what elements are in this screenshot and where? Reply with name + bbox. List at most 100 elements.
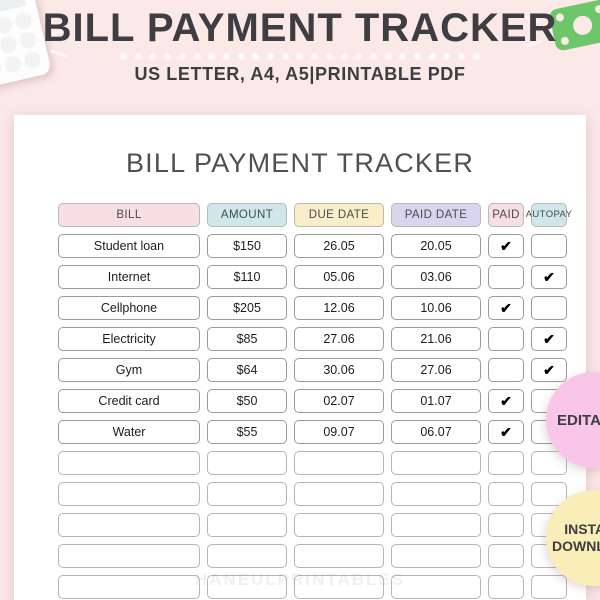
table-row: Credit card $50 02.07 01.07 ✔ xyxy=(58,389,567,413)
cell-bill[interactable] xyxy=(58,451,200,475)
cell-amount[interactable] xyxy=(207,482,287,506)
cell-paid-date[interactable]: 06.07 xyxy=(391,420,481,444)
checkbox-paid[interactable]: ✔ xyxy=(488,234,524,258)
column-header-auto-pay-line1: AUTO xyxy=(525,209,554,220)
cell-paid-date[interactable] xyxy=(391,575,481,599)
cell-amount[interactable]: $110 xyxy=(207,265,287,289)
table-row xyxy=(58,544,567,568)
column-header-amount: AMOUNT xyxy=(207,203,287,227)
check-icon: ✔ xyxy=(500,238,512,254)
checkbox-paid[interactable]: ✔ xyxy=(488,389,524,413)
table-row xyxy=(58,575,567,599)
cell-due-date[interactable] xyxy=(294,451,384,475)
cell-due-date[interactable] xyxy=(294,575,384,599)
page-title: BILL PAYMENT TRACKER xyxy=(125,148,475,178)
cell-paid-date[interactable]: 27.06 xyxy=(391,358,481,382)
column-header-auto-pay-line2: PAY xyxy=(553,209,573,220)
table-row xyxy=(58,513,567,537)
checkbox-auto-pay[interactable]: ✔ xyxy=(531,327,567,351)
cell-paid-date[interactable]: 10.06 xyxy=(391,296,481,320)
cell-bill[interactable]: Electricity xyxy=(58,327,200,351)
cell-due-date[interactable]: 05.06 xyxy=(294,265,384,289)
checkbox-auto-pay[interactable]: ✔ xyxy=(531,358,567,382)
checkbox-paid[interactable] xyxy=(488,451,524,475)
check-icon: ✔ xyxy=(500,424,512,440)
cell-amount[interactable] xyxy=(207,544,287,568)
sparkle-decor xyxy=(49,49,69,58)
checkbox-paid[interactable] xyxy=(488,327,524,351)
column-header-due-date: DUE DATE xyxy=(294,203,384,227)
cell-bill[interactable]: Water xyxy=(58,420,200,444)
checkbox-paid[interactable]: ✔ xyxy=(488,420,524,444)
column-header-auto-pay: AUTO PAY xyxy=(526,203,572,227)
cell-bill[interactable]: Cellphone xyxy=(58,296,200,320)
cell-bill[interactable]: Internet xyxy=(58,265,200,289)
checkbox-auto-pay[interactable] xyxy=(531,575,567,599)
cell-paid-date[interactable]: 21.06 xyxy=(391,327,481,351)
table-header-row: BILL AMOUNT DUE DATE PAID DATE PAID AUTO… xyxy=(58,203,572,227)
checkbox-paid[interactable] xyxy=(488,265,524,289)
checkbox-paid[interactable] xyxy=(488,482,524,506)
checkbox-auto-pay[interactable] xyxy=(531,234,567,258)
cell-amount[interactable] xyxy=(207,513,287,537)
cell-due-date[interactable]: 02.07 xyxy=(294,389,384,413)
checkbox-paid[interactable] xyxy=(488,358,524,382)
cell-paid-date[interactable] xyxy=(391,513,481,537)
cell-paid-date[interactable] xyxy=(391,544,481,568)
check-icon: ✔ xyxy=(500,300,512,316)
cell-amount[interactable]: $55 xyxy=(207,420,287,444)
table-row xyxy=(58,451,567,475)
cell-amount[interactable] xyxy=(207,451,287,475)
cell-amount[interactable] xyxy=(207,575,287,599)
cell-bill[interactable] xyxy=(58,575,200,599)
cell-due-date[interactable]: 12.06 xyxy=(294,296,384,320)
cell-paid-date[interactable]: 01.07 xyxy=(391,389,481,413)
column-header-paid-date: PAID DATE xyxy=(391,203,481,227)
cell-due-date[interactable]: 09.07 xyxy=(294,420,384,444)
column-header-paid: PAID xyxy=(488,203,524,227)
check-icon: ✔ xyxy=(543,362,555,378)
table-row: Cellphone $205 12.06 10.06 ✔ xyxy=(58,296,567,320)
dot-divider xyxy=(120,52,480,61)
instant-download-badge-line2: DOWNLOAD xyxy=(552,538,600,554)
cell-due-date[interactable] xyxy=(294,513,384,537)
table-body: Student loan $150 26.05 20.05 ✔ Internet $110 0… xyxy=(58,234,567,600)
cell-amount[interactable]: $64 xyxy=(207,358,287,382)
table-row: Gym $64 30.06 27.06 ✔ xyxy=(58,358,567,382)
checkbox-paid[interactable] xyxy=(488,544,524,568)
cell-due-date[interactable]: 27.06 xyxy=(294,327,384,351)
checkbox-auto-pay[interactable]: ✔ xyxy=(531,265,567,289)
checkbox-paid[interactable]: ✔ xyxy=(488,296,524,320)
checkbox-paid[interactable] xyxy=(488,513,524,537)
cell-bill[interactable] xyxy=(58,544,200,568)
cell-due-date[interactable] xyxy=(294,482,384,506)
cell-paid-date[interactable] xyxy=(391,451,481,475)
cell-bill[interactable]: Gym xyxy=(58,358,200,382)
cell-amount[interactable]: $50 xyxy=(207,389,287,413)
cell-bill[interactable]: Credit card xyxy=(58,389,200,413)
banner-subtitle: US LETTER, A4, A5|PRINTABLE PDF xyxy=(134,64,466,84)
check-icon: ✔ xyxy=(543,269,555,285)
cell-due-date[interactable]: 26.05 xyxy=(294,234,384,258)
cell-bill[interactable]: Student loan xyxy=(58,234,200,258)
column-header-bill: BILL xyxy=(58,203,200,227)
banner-title: BILL PAYMENT TRACKER xyxy=(42,6,558,50)
table-row: Electricity $85 27.06 21.06 ✔ xyxy=(58,327,567,351)
cell-amount[interactable]: $85 xyxy=(207,327,287,351)
checkbox-paid[interactable] xyxy=(488,575,524,599)
cell-due-date[interactable] xyxy=(294,544,384,568)
checkbox-auto-pay[interactable] xyxy=(531,296,567,320)
cell-amount[interactable]: $150 xyxy=(207,234,287,258)
bill-payment-table: BILL AMOUNT DUE DATE PAID DATE PAID AUTO… xyxy=(58,203,572,600)
cell-due-date[interactable]: 30.06 xyxy=(294,358,384,382)
instant-download-badge-line1: INSTANT xyxy=(564,521,600,537)
cell-paid-date[interactable]: 03.06 xyxy=(391,265,481,289)
cell-paid-date[interactable] xyxy=(391,482,481,506)
cell-bill[interactable] xyxy=(58,482,200,506)
cell-bill[interactable] xyxy=(58,513,200,537)
cell-paid-date[interactable]: 20.05 xyxy=(391,234,481,258)
check-icon: ✔ xyxy=(500,393,512,409)
editable-badge-label: EDITABLE xyxy=(557,411,600,429)
table-row: Student loan $150 26.05 20.05 ✔ xyxy=(58,234,567,258)
cell-amount[interactable]: $205 xyxy=(207,296,287,320)
